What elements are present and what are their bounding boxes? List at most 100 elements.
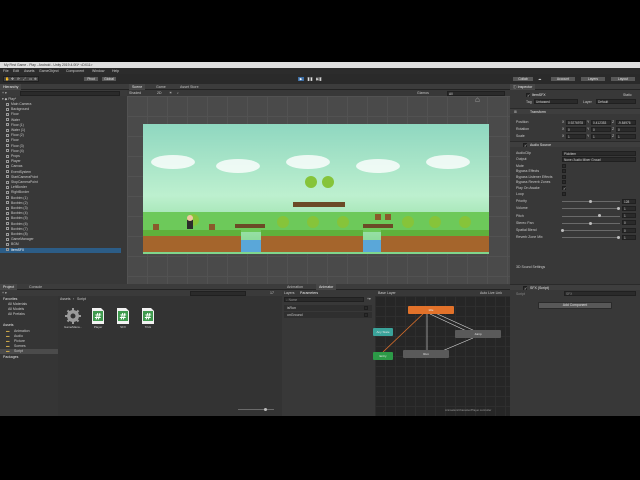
subtab-layers[interactable]: Layers [284,291,295,295]
parameter-search-input[interactable]: ⌕ Name [284,297,364,302]
cloud-icon[interactable]: ☁ [538,77,542,81]
favorites-item[interactable]: All Models [8,307,24,311]
project-search-input[interactable] [190,290,246,296]
axis-y-label[interactable]: Y [587,120,589,124]
rotation-z-field[interactable]: 0 [616,126,636,132]
audio-slider-value[interactable]: 0 [622,220,636,226]
assets-label[interactable]: Assets [3,323,14,327]
shading-mode-dropdown[interactable]: Shaded [129,91,141,95]
sfx-script-header[interactable]: SFX (Script) [510,284,640,291]
rect-tool-icon[interactable]: ▭ [29,77,32,81]
position-x-field[interactable]: 0.9276978 [566,119,586,125]
favorites-label[interactable]: Favorites [3,297,17,301]
menu-gameobject[interactable]: GameObject [39,69,59,73]
state-jump[interactable]: Jump [455,330,501,338]
menu-file[interactable]: File [3,69,9,73]
axis-y-label[interactable]: Y [587,127,589,131]
folder-item[interactable]: ▬ Script [0,348,58,354]
layer-dropdown[interactable]: Default [596,99,636,104]
sfx-script-enabled-checkbox[interactable] [523,285,527,291]
menu-assets[interactable]: Assets [24,69,35,73]
audio-slider-knob[interactable] [617,207,620,211]
audio-slider-knob[interactable] [589,221,592,225]
axis-z-label[interactable]: Z [612,120,614,124]
scale-y-field[interactable]: 1 [591,133,611,139]
packages-label[interactable]: Packages [3,355,18,359]
audio-slider-track[interactable] [562,230,620,231]
audio-slider-knob[interactable] [561,228,564,232]
scale-z-field[interactable]: 1 [616,133,636,139]
favorites-item[interactable]: All Materials [8,302,27,306]
scale-tool-icon[interactable]: ⤢ [23,77,26,81]
parameter-row[interactable]: onGround [284,312,372,318]
axis-x-label[interactable]: X [562,134,564,138]
pivot-toggle[interactable]: Pivot [83,76,99,82]
position-z-field[interactable]: -9.84976 [616,119,636,125]
audio-slider-value[interactable]: 1 [622,213,636,219]
axis-z-label[interactable]: Z [612,127,614,131]
parameter-row[interactable]: isRun [284,305,372,311]
state-run[interactable]: Run [403,350,449,358]
audio-source-enabled-checkbox[interactable] [523,142,527,148]
axis-y-label[interactable]: Y [587,134,589,138]
add-icon[interactable]: + ▾ [2,91,7,95]
icon-size-knob[interactable] [264,408,267,411]
lighting-icon[interactable]: ☀ [169,91,172,95]
parameter-checkbox[interactable] [364,313,368,317]
audio-field-value[interactable]: Pickitem [562,150,636,156]
icon-size-slider[interactable] [238,409,274,410]
state-any-state[interactable]: Any State [373,328,393,336]
hand-tool-icon[interactable]: ✋ [5,77,9,81]
audio-icon[interactable]: ♪ [177,91,179,95]
favorites-item[interactable]: All Prefabs [8,312,25,316]
account-dropdown[interactable]: Account [550,76,576,82]
play-button[interactable]: ▶ [297,76,305,82]
axis-z-label[interactable]: Z [612,134,614,138]
state-idle[interactable]: Idle [408,306,454,314]
pause-button[interactable]: ❚❚ [306,76,314,82]
move-tool-icon[interactable]: ✥ [11,77,14,81]
menu-help[interactable]: Help [112,69,119,73]
state-entry[interactable]: Entry [373,352,393,360]
breadcrumb-assets[interactable]: Assets [60,297,71,301]
asset-file[interactable]: # Player [89,308,107,329]
step-button[interactable]: ▶❚ [315,76,323,82]
audio-slider-track[interactable] [562,208,620,210]
scale-x-field[interactable]: 1 [566,133,586,139]
auto-live-link-toggle[interactable]: Auto Live Link [480,291,502,295]
sound-settings-foldout[interactable]: 3D Sound Settings [510,264,640,270]
audio-toggle-checkbox[interactable] [562,169,566,174]
menu-component[interactable]: Component [66,69,84,73]
subtab-parameters[interactable]: Parameters [300,291,318,295]
audio-slider-knob[interactable] [597,214,601,218]
collab-button[interactable]: Collab [512,76,534,82]
audio-source-header[interactable]: Audio Source [510,141,640,148]
hierarchy-search-input[interactable] [20,90,120,96]
layers-dropdown[interactable]: Layers [580,76,606,82]
object-name[interactable]: ItemSFX [532,93,546,97]
axis-x-label[interactable]: X [562,127,564,131]
audio-slider-value[interactable]: 128 [622,198,636,204]
hierarchy-item[interactable]: ItemSFX [0,247,121,253]
audio-slider-knob[interactable] [617,236,620,239]
menu-edit[interactable]: Edit [13,69,19,73]
audio-slider-track[interactable] [562,237,620,239]
position-y-field[interactable]: 0.412353 [591,119,611,125]
audio-slider-knob[interactable] [589,200,592,203]
audio-toggle-checkbox[interactable] [562,180,566,185]
transform-tool-icon[interactable]: ⊕ [34,77,37,81]
rotate-tool-icon[interactable]: ⟳ [17,77,20,81]
layout-dropdown[interactable]: Layout [610,76,636,82]
global-toggle[interactable]: Global [101,76,117,82]
asset-file[interactable]: GameMana... [64,308,82,329]
audio-toggle-checkbox[interactable] [562,174,566,179]
2d-toggle[interactable]: 2D [157,91,161,95]
audio-slider-value[interactable]: 1 [622,205,636,211]
asset-file[interactable]: # Trick [139,308,157,329]
active-checkbox[interactable] [526,93,530,98]
tab-inspector[interactable]: ⓘ Inspector [510,84,536,90]
menu-window[interactable]: Window [92,69,104,73]
animator-graph[interactable]: Idle Jump Run Any State Entry Animation/… [373,296,510,416]
asset-file[interactable]: # SFX [114,308,132,329]
gizmos-dropdown[interactable]: Gizmos [417,91,429,95]
